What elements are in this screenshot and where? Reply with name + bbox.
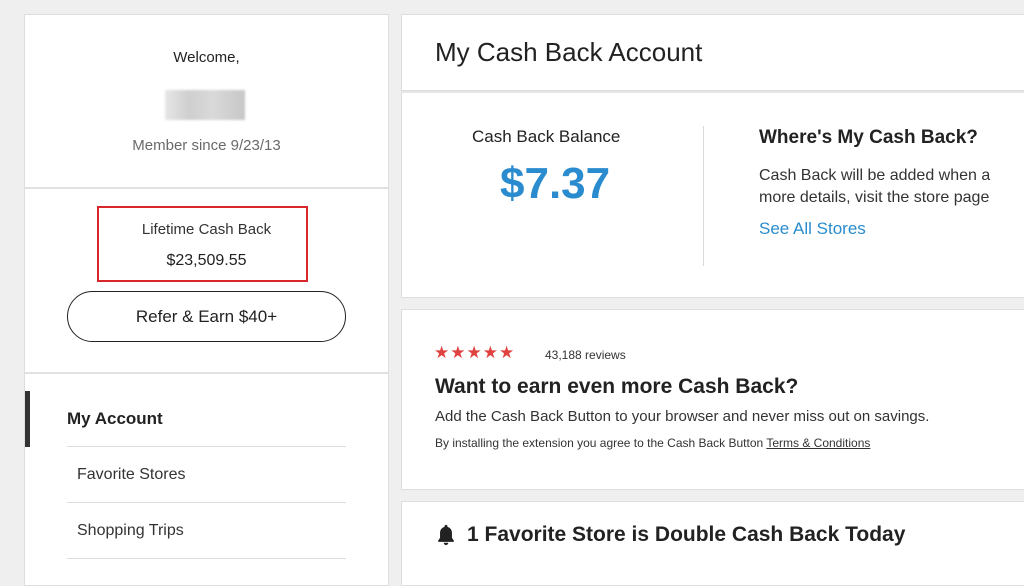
profile-card: Welcome, Member since 9/23/13 — [25, 15, 388, 189]
nav-item-label: Shopping Trips — [77, 522, 184, 539]
page-title: My Cash Back Account — [435, 37, 703, 67]
extension-description: Add the Cash Back Button to your browser… — [435, 408, 930, 425]
lifetime-cash-back-value: $23,509.55 — [166, 252, 247, 269]
where-cash-back-title: Where's My Cash Back? — [759, 127, 978, 148]
see-all-stores-link[interactable]: See All Stores — [759, 219, 866, 239]
lifetime-highlight-box — [97, 206, 308, 282]
favorite-stores-heading: 1 Favorite Store is Double Cash Back Tod… — [435, 523, 905, 547]
review-count: 43,188 reviews — [545, 348, 626, 362]
nav-item-my-account[interactable]: My Account — [25, 391, 346, 447]
lifetime-cash-back-label: Lifetime Cash Back — [141, 221, 272, 238]
cash-back-balance-label: Cash Back Balance — [472, 127, 621, 146]
extension-terms: By installing the extension you agree to… — [435, 436, 870, 450]
nav-item-label: Favorite Stores — [77, 466, 186, 483]
star-icon: ★ — [499, 343, 515, 362]
extension-title: Want to earn even more Cash Back? — [435, 375, 799, 398]
bell-icon — [438, 524, 454, 546]
welcome-text: Welcome, — [173, 49, 240, 66]
extension-promo-card: ★ ★ ★ ★ ★ 43,188 reviews Want to earn ev… — [401, 309, 1024, 490]
member-since: Member since 9/23/13 — [132, 137, 281, 154]
nav-item-label: My Account — [67, 409, 163, 428]
star-icon: ★ — [466, 343, 482, 362]
lifetime-cash-back-section: Lifetime Cash Back $23,509.55 Refer & Ea… — [25, 191, 388, 374]
favorite-stores-title: 1 Favorite Store is Double Cash Back Tod… — [467, 523, 906, 546]
refer-and-earn-button[interactable]: Refer & Earn $40+ — [67, 291, 346, 342]
top-bar — [0, 0, 1024, 12]
divider — [67, 558, 346, 559]
where-line-2: more details, visit the store page — [759, 189, 990, 206]
star-icon: ★ — [450, 343, 466, 362]
where-cash-back-text: Cash Back will be added when a more deta… — [759, 165, 1024, 209]
account-nav: My Account Favorite Stores Shopping Trip… — [25, 391, 388, 559]
account-header: My Cash Back Account — [401, 14, 1024, 91]
cash-back-balance-value: $7.37 — [500, 159, 611, 208]
favorite-stores-card: 1 Favorite Store is Double Cash Back Tod… — [401, 501, 1024, 586]
blurred-username — [165, 90, 245, 120]
nav-item-favorite-stores[interactable]: Favorite Stores — [25, 447, 346, 503]
vertical-divider — [703, 126, 704, 266]
balance-card: Cash Back Balance $7.37 Where's My Cash … — [401, 91, 1024, 298]
account-sidebar: Welcome, Member since 9/23/13 Lifetime C… — [24, 14, 389, 586]
nav-item-shopping-trips[interactable]: Shopping Trips — [25, 503, 346, 559]
where-line-1: Cash Back will be added when a — [759, 167, 991, 184]
terms-conditions-link[interactable]: Terms & Conditions — [766, 436, 870, 450]
rating-stars: ★ ★ ★ ★ ★ — [434, 344, 514, 362]
star-icon: ★ — [482, 343, 498, 362]
star-icon: ★ — [434, 343, 450, 362]
terms-prefix: By installing the extension you agree to… — [435, 436, 764, 450]
